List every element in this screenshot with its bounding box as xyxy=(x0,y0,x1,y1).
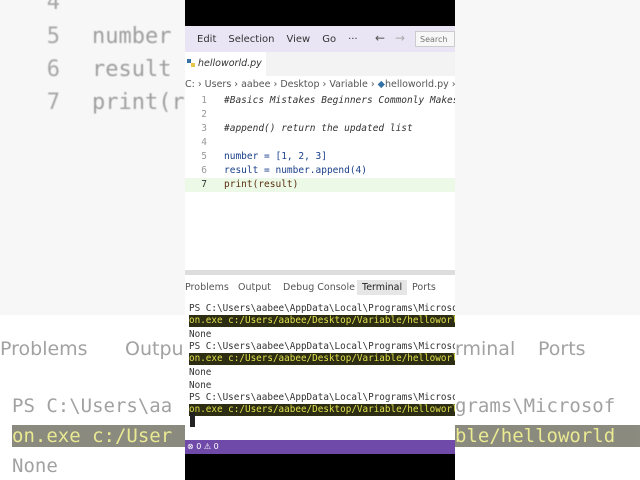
line-number: 2 xyxy=(201,109,207,120)
terminal-line-command: on.exe c:/Users/aabee/Desktop/Variable/h… xyxy=(189,353,455,365)
code-line: 2 xyxy=(185,108,455,122)
status-bar[interactable]: ⊗ 0 ⚠ 0 xyxy=(185,440,455,454)
breadcrumb-file[interactable]: helloworld.py xyxy=(385,79,449,90)
background-tab: Problems xyxy=(0,338,88,360)
tab-debug-console[interactable]: Debug Console xyxy=(283,282,355,293)
tab-problems[interactable]: Problems xyxy=(185,282,229,293)
forward-arrow-icon[interactable]: → xyxy=(395,31,405,45)
tab-label: helloworld.py xyxy=(198,58,262,69)
code-line-active: 7 print(result) xyxy=(185,178,455,192)
background-terminal-line: grams\Microsof xyxy=(455,395,616,417)
line-number: 6 xyxy=(201,165,207,176)
breadcrumb-path[interactable]: C: › Users › aabee › Desktop › Variable … xyxy=(185,79,378,90)
line-number: 1 xyxy=(201,95,207,106)
menu-view[interactable]: View xyxy=(286,34,310,45)
menu-go[interactable]: Go xyxy=(322,34,336,45)
menu-selection[interactable]: Selection xyxy=(228,34,274,45)
code-line: 6 result = number.append(4) xyxy=(185,164,455,178)
code-line: 4 xyxy=(185,136,455,150)
terminal-line-command: on.exe c:/Users/aabee/Desktop/Variable/h… xyxy=(189,404,455,416)
editor-tab-bar: helloworld.py xyxy=(185,52,455,77)
code-line: 1 #Basics Mistakes Beginners Commonly Mak… xyxy=(185,94,455,108)
code-editor[interactable]: 1 #Basics Mistakes Beginners Commonly Mak… xyxy=(185,94,455,270)
line-number: 5 xyxy=(201,151,207,162)
python-file-icon: ◆ xyxy=(377,79,385,90)
background-tab: Outpu xyxy=(125,338,184,360)
code-text: print(result) xyxy=(224,179,299,190)
tab-ports[interactable]: Ports xyxy=(412,282,436,293)
menu-edit[interactable]: Edit xyxy=(197,34,216,45)
line-number: 4 xyxy=(201,137,207,148)
code-text: number = [1, 2, 3] xyxy=(224,151,327,162)
back-arrow-icon[interactable]: ← xyxy=(375,31,385,45)
tab-helloworld[interactable]: helloworld.py xyxy=(185,52,266,77)
terminal-line: None xyxy=(189,380,212,391)
terminal-line: None xyxy=(189,329,212,340)
code-line: 5 number = [1, 2, 3] xyxy=(185,150,455,164)
background-terminal-line: ble/helloworld xyxy=(455,425,640,447)
panel-tabs: Problems Output Debug Console Terminal P… xyxy=(185,275,455,301)
code-text: #Basics Mistakes Beginners Commonly Make… xyxy=(224,95,455,106)
code-text: result = number.append(4) xyxy=(224,165,367,176)
python-file-icon xyxy=(187,59,195,67)
breadcrumb: C: › Users › aabee › Desktop › Variable … xyxy=(185,76,455,94)
terminal-cursor xyxy=(190,412,195,427)
line-number: 7 xyxy=(201,179,207,190)
terminal-line: PS C:\Users\aabee\AppData\Local\Programs… xyxy=(189,392,455,403)
terminal-line: PS C:\Users\aabee\AppData\Local\Programs… xyxy=(189,341,455,352)
line-number: 3 xyxy=(201,123,207,134)
background-tab: rminal xyxy=(455,338,516,360)
code-line: 3 #append() return the updated list xyxy=(185,122,455,136)
terminal-line-command: on.exe c:/Users/aabee/Desktop/Variable/h… xyxy=(189,315,455,327)
background-terminal-line: on.exe c:/User xyxy=(12,425,187,447)
vscode-window: Edit Selection View Go ··· ← → Search he… xyxy=(185,0,455,480)
tab-terminal[interactable]: Terminal xyxy=(357,280,408,295)
terminal-line: None xyxy=(189,367,212,378)
code-text: #append() return the updated list xyxy=(224,123,413,134)
menu-more[interactable]: ··· xyxy=(348,34,358,45)
command-search-box[interactable]: Search xyxy=(415,31,455,47)
background-tab: Ports xyxy=(538,338,586,360)
bottom-letterbox xyxy=(185,454,455,480)
breadcrumb-more[interactable]: › ... xyxy=(449,79,455,90)
menu-bar: Edit Selection View Go ··· ← → Search xyxy=(185,26,455,52)
terminal-line: PS C:\Users\aabee\AppData\Local\Programs… xyxy=(189,303,455,314)
bottom-panel: Problems Output Debug Console Terminal P… xyxy=(185,275,455,440)
tab-output[interactable]: Output xyxy=(238,282,271,293)
